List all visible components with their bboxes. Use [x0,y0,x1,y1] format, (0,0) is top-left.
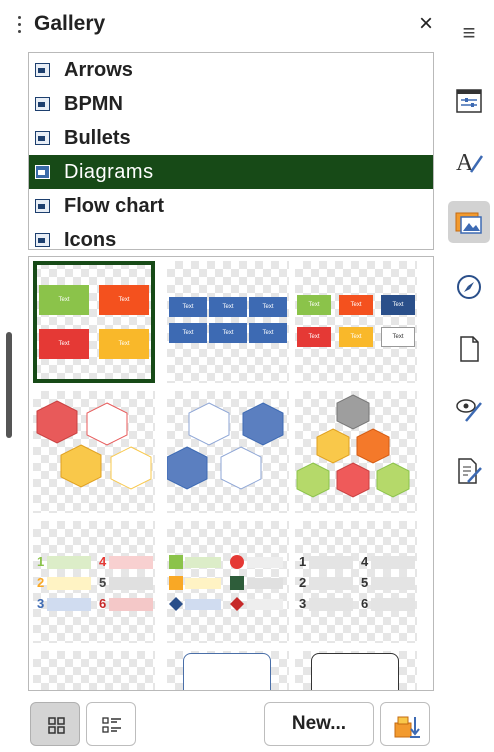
theme-item-bpmn[interactable]: BPMN [29,87,433,121]
theme-label: BPMN [64,92,123,115]
panel-title: Gallery [34,12,106,35]
tab-styles[interactable]: A [448,140,490,182]
thumbnail-colored-boxes[interactable]: Text Text Text Text Text Text [295,261,417,383]
svg-text:2: 2 [37,575,44,590]
list-view-icon [102,717,121,733]
svg-text:5: 5 [99,575,106,590]
diagram-box: Text [209,297,247,317]
page-icon [460,336,479,362]
close-button[interactable]: × [412,10,440,40]
thumbnail-hexagons-warm[interactable] [33,391,155,513]
gallery-theme-icon [35,131,50,145]
thumbnail-hexagons-blue[interactable] [166,391,289,513]
thumbnail-numbered-list-badges[interactable] [167,521,289,643]
hexagon-diagram [36,400,152,490]
svg-text:3: 3 [299,596,306,611]
diagram-box: Text [339,327,373,347]
theme-list[interactable]: Arrows BPMN Bullets Diagrams Flow chart … [28,52,434,250]
thumbnail-numbered-list-gray[interactable]: 1 2 3 4 5 6 [295,521,417,643]
navigator-icon [457,275,481,299]
theme-item-arrows[interactable]: Arrows [29,53,433,87]
svg-text:1: 1 [37,554,44,569]
svg-text:3: 3 [37,596,44,611]
hexagon-diagram [296,394,410,498]
svg-text:4: 4 [361,554,369,569]
svg-text:5: 5 [361,575,368,590]
tab-style-inspector[interactable] [448,388,490,430]
svg-text:6: 6 [99,596,106,611]
diagram-box: Text [339,295,373,315]
tab-manage-changes[interactable] [448,450,490,492]
diagram-box: Text [249,323,287,343]
grid-view-icon [48,717,65,734]
icon-view-button[interactable] [30,702,80,746]
svg-text:2: 2 [299,575,306,590]
thumbnail-hexagons-cluster[interactable] [295,391,417,513]
diagram-box: Text [381,327,415,347]
new-theme-button[interactable]: New... [264,702,374,746]
theme-properties-icon [394,716,420,738]
diagram-box: Text [99,329,149,359]
theme-item-icons[interactable]: Icons [29,223,433,250]
properties-icon [456,89,482,113]
theme-label: Flow chart [64,194,165,217]
rounded-box-shape [183,653,271,690]
gallery-theme-icon [35,199,50,213]
sidebar-menu-button[interactable]: ≡ [448,12,490,54]
diagram-box: Text [381,295,415,315]
gallery-theme-icon [35,63,50,77]
theme-label: Arrows [64,58,133,81]
diagram-box: Text [209,323,247,343]
numbered-list-diagram: 1 2 3 4 5 6 [299,554,415,611]
svg-text:4: 4 [99,554,107,569]
numbered-list-diagram: 1 2 3 4 5 6 [37,554,153,611]
numbered-list-diagram [169,555,283,611]
styles-icon: A [456,150,484,176]
sidebar-tab-bar: ≡ A [444,0,494,751]
tab-gallery[interactable] [448,201,490,243]
manage-changes-icon [458,458,482,484]
detail-view-button[interactable] [86,702,136,746]
theme-label: Icons [64,228,117,250]
style-inspector-icon [456,399,482,422]
gallery-theme-icon [35,165,50,179]
svg-text:6: 6 [361,596,368,611]
diagram-box: Text [249,297,287,317]
thumbnail-blank[interactable] [33,651,155,690]
gallery-panel: Gallery × Arrows BPMN Bullets Diagrams F… [0,0,440,751]
drag-grip-icon[interactable] [18,16,22,40]
thumbnail-four-boxes[interactable]: Text Text Text Text [33,261,155,383]
diagram-box: Text [297,295,331,315]
theme-label: Diagrams [64,160,154,183]
svg-text:1: 1 [299,554,306,569]
diagram-box: Text [297,327,331,347]
hexagon-diagram [166,402,284,490]
thumbnail-rounded-box[interactable] [167,651,289,690]
sidebar-splitter-handle[interactable] [6,332,12,438]
diagram-box: Text [39,285,89,315]
properties-button[interactable] [380,702,430,746]
theme-label: Bullets [64,126,131,149]
gallery-theme-icon [35,97,50,111]
diagram-box: Text [169,323,207,343]
thumbnail-numbered-list-colored[interactable]: 1 2 3 4 5 6 [33,521,155,643]
diagram-box: Text [99,285,149,315]
thumbnail-rounded-box-dark[interactable] [295,651,417,690]
tab-page[interactable] [448,328,490,370]
diagram-box: Text [39,329,89,359]
tab-properties[interactable] [448,80,490,122]
diagram-box: Text [169,297,207,317]
thumbnail-grid[interactable]: Text Text Text Text Text Text Text Text … [28,256,434,691]
thumbnail-box-grid[interactable]: Text Text Text Text Text Text [167,261,289,383]
theme-item-bullets[interactable]: Bullets [29,121,433,155]
tab-navigator[interactable] [448,266,490,308]
rounded-box-shape [311,653,399,690]
gallery-icon [455,212,482,234]
theme-item-diagrams[interactable]: Diagrams [29,155,433,189]
gallery-theme-icon [35,233,50,247]
theme-item-flow-chart[interactable]: Flow chart [29,189,433,223]
